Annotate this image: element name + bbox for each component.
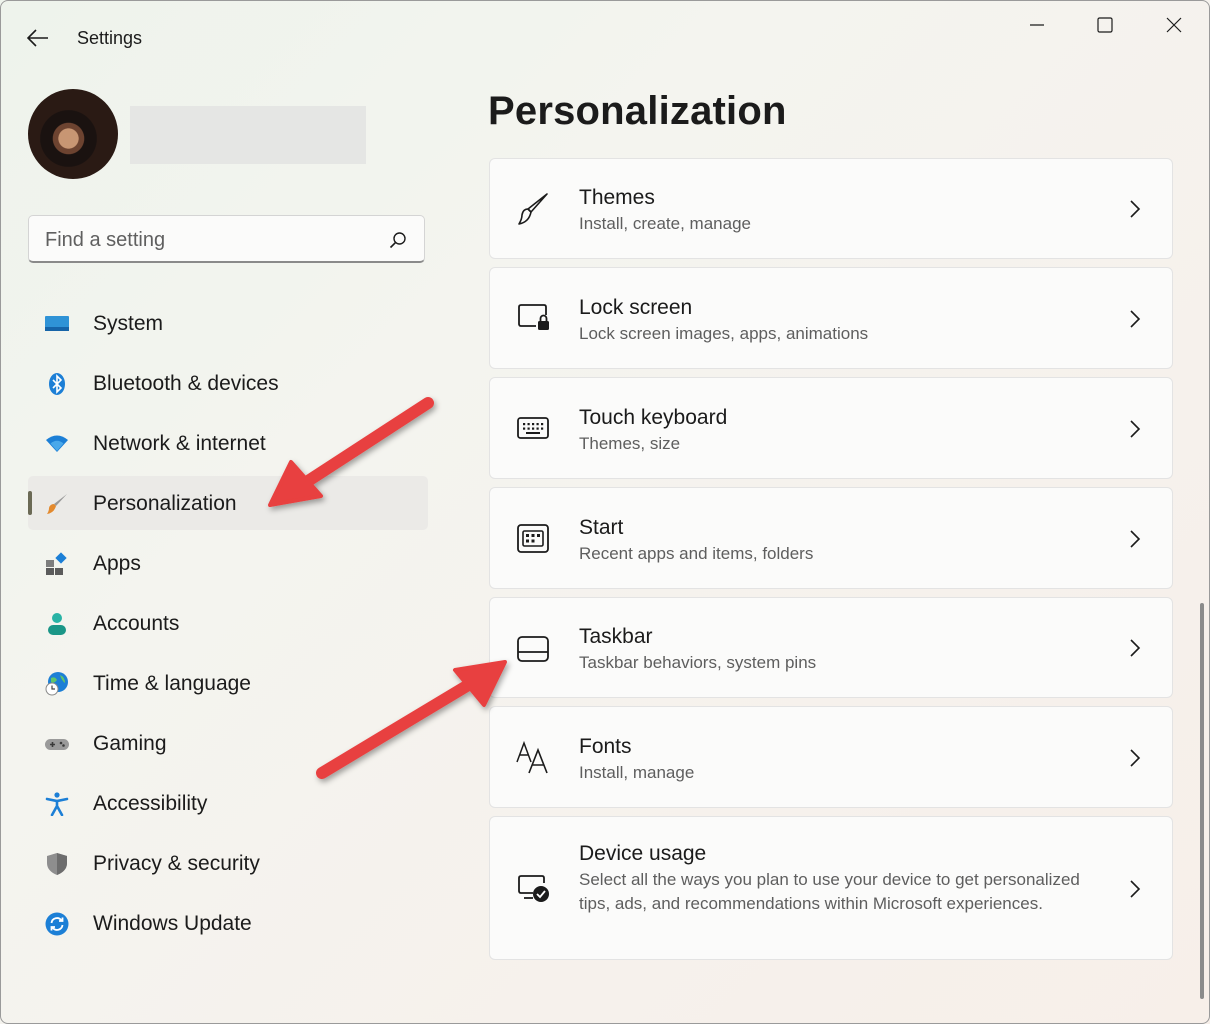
annotation-arrow-personalization	[268, 397, 434, 507]
annotation-arrow-taskbar	[316, 660, 507, 779]
annotation-arrows	[268, 397, 507, 779]
